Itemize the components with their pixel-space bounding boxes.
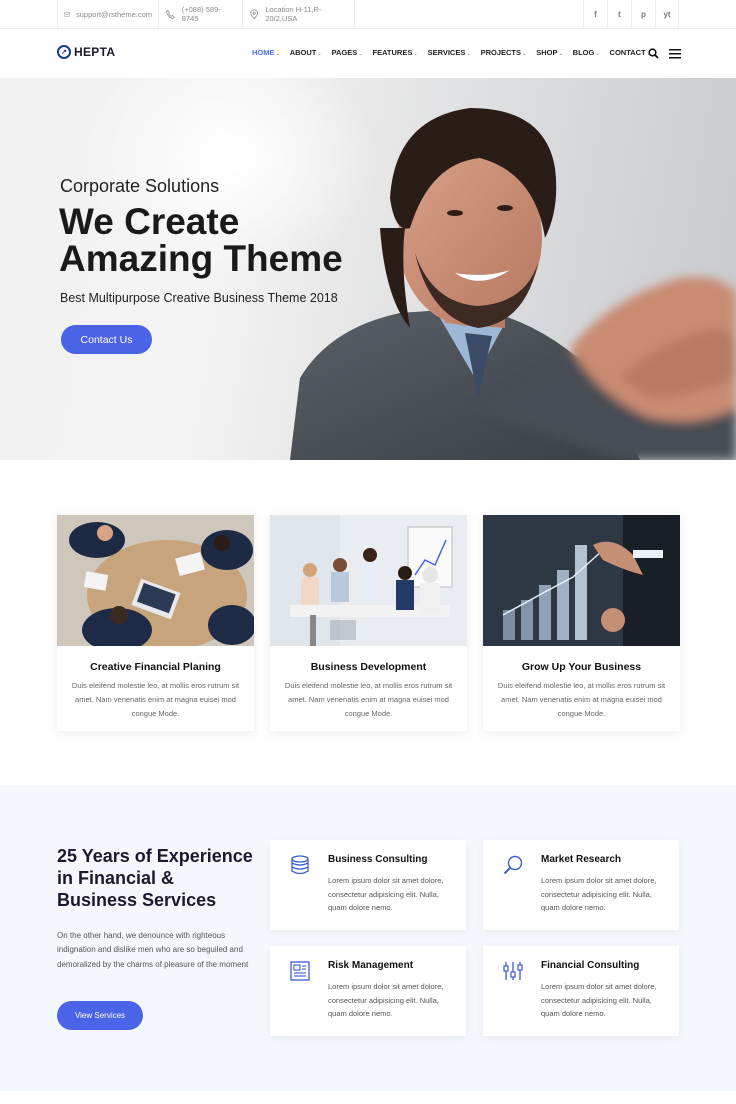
database-icon <box>291 855 309 875</box>
feature-text: Duis eleifend molestie leo, at mollis er… <box>497 681 666 718</box>
email-contact[interactable]: support@rstheme.com <box>57 0 159 28</box>
header-actions <box>648 48 682 59</box>
chevron-down-icon: ⌄ <box>466 51 471 57</box>
feature-title: Grow Up Your Business <box>521 661 642 673</box>
pinterest-icon[interactable]: p <box>631 0 655 28</box>
feature-card[interactable]: Grow Up Your Business Duis eleifend mole… <box>483 515 680 731</box>
chevron-down-icon: ⌄ <box>275 51 280 57</box>
service-card[interactable]: Market Research Lorem ipsum dolor sit am… <box>483 840 679 930</box>
experience-title: 25 Years of Experience in Financial & Bu… <box>57 846 253 910</box>
nav-item-about[interactable]: ABOUT⌄ <box>290 48 322 57</box>
growth-chart-image <box>483 515 680 646</box>
location-text: Location H-11,R-20/2,USA <box>265 5 322 23</box>
experience-description: On the other hand, we denounce with righ… <box>57 931 249 969</box>
feature-title: Creative Financial Planing <box>90 661 221 673</box>
nav-item-pages[interactable]: PAGES⌄ <box>332 48 363 57</box>
social-links: f t p yt <box>583 0 679 28</box>
nav-item-services[interactable]: SERVICES⌄ <box>428 48 471 57</box>
facebook-icon[interactable]: f <box>583 0 607 28</box>
chevron-down-icon: ⌄ <box>358 51 363 57</box>
map-pin-icon <box>250 8 259 19</box>
chevron-down-icon: ⌄ <box>522 51 527 57</box>
service-title: Risk Management <box>328 960 414 971</box>
hero-section: Corporate Solutions We Create Amazing Th… <box>0 78 736 460</box>
service-text: Lorem ipsum dolor sit amet dolore, conse… <box>328 876 444 913</box>
service-title: Business Consulting <box>328 854 428 865</box>
magnifier-icon <box>503 855 523 875</box>
service-text: Lorem ipsum dolor sit amet dolore, conse… <box>541 982 657 1019</box>
envelope-icon <box>64 11 70 17</box>
nav-item-shop[interactable]: SHOP⌄ <box>536 48 562 57</box>
sliders-icon <box>503 962 523 980</box>
hero-title-line2: Amazing Theme <box>59 238 343 279</box>
service-card[interactable]: Business Consulting Lorem ipsum dolor si… <box>270 840 466 930</box>
feature-text: Duis eleifend molestie leo, at mollis er… <box>284 681 453 718</box>
logo[interactable]: ↗ HEPTA <box>57 45 115 59</box>
logo-text: HEPTA <box>74 45 116 59</box>
view-services-button[interactable]: View Services <box>57 1001 143 1030</box>
chevron-down-icon: ⌄ <box>558 51 563 57</box>
nav-item-blog[interactable]: BLOG⌄ <box>573 48 600 57</box>
chevron-down-icon: ⌄ <box>595 51 600 57</box>
logo-mark-icon: ↗ <box>57 45 71 59</box>
service-card[interactable]: Risk Management Lorem ipsum dolor sit am… <box>270 946 466 1036</box>
phone-icon <box>165 9 176 19</box>
service-title: Market Research <box>541 854 622 865</box>
hero-title-line1: We Create <box>59 201 240 242</box>
nav-item-contact[interactable]: CONTACT⌄ <box>610 48 651 57</box>
twitter-icon[interactable]: t <box>607 0 631 28</box>
location-contact: Location H-11,R-20/2,USA <box>243 0 355 28</box>
feature-card[interactable]: Creative Financial Planing Duis eleifend… <box>57 515 254 731</box>
business-team-image <box>270 515 467 646</box>
service-title: Financial Consulting <box>541 960 640 971</box>
nav-item-home[interactable]: HOME⌄ <box>252 48 280 57</box>
contact-us-button[interactable]: Contact Us <box>61 325 152 354</box>
phone-text: (+088) 589-8745 <box>181 5 221 23</box>
hero-title: We Create Amazing Theme <box>59 203 359 277</box>
chevron-down-icon: ⌄ <box>413 51 418 57</box>
nav-item-features[interactable]: FEATURES⌄ <box>372 48 417 57</box>
nav-item-projects[interactable]: PROJECTS⌄ <box>481 48 527 57</box>
main-nav: HOME⌄ ABOUT⌄ PAGES⌄ FEATURES⌄ SERVICES⌄ … <box>252 48 661 57</box>
services-section: 25 Years of Experience in Financial & Bu… <box>0 785 736 1091</box>
top-bar: support@rstheme.com (+088) 589-8745 Loca… <box>0 0 736 29</box>
hero-tagline: Best Multipurpose Creative Business Them… <box>60 291 338 305</box>
feature-text: Duis eleifend molestie leo, at mollis er… <box>71 681 240 718</box>
youtube-icon[interactable]: yt <box>655 0 679 28</box>
search-icon[interactable] <box>648 48 659 59</box>
chevron-down-icon: ⌄ <box>317 51 322 57</box>
service-text: Lorem ipsum dolor sit amet dolore, conse… <box>541 876 657 913</box>
hero-subtitle: Corporate Solutions <box>60 176 220 196</box>
meeting-table-image <box>57 515 254 646</box>
service-text: Lorem ipsum dolor sit amet dolore, conse… <box>328 982 444 1019</box>
hamburger-menu-icon[interactable] <box>669 48 682 59</box>
service-card[interactable]: Financial Consulting Lorem ipsum dolor s… <box>483 946 679 1036</box>
document-icon <box>290 961 310 981</box>
feature-card[interactable]: Business Development Duis eleifend moles… <box>270 515 467 731</box>
email-text: support@rstheme.com <box>76 9 152 19</box>
phone-contact[interactable]: (+088) 589-8745 <box>159 0 243 28</box>
feature-title: Business Development <box>310 661 427 673</box>
site-header: ↗ HEPTA HOME⌄ ABOUT⌄ PAGES⌄ FEATURES⌄ SE… <box>0 29 736 78</box>
